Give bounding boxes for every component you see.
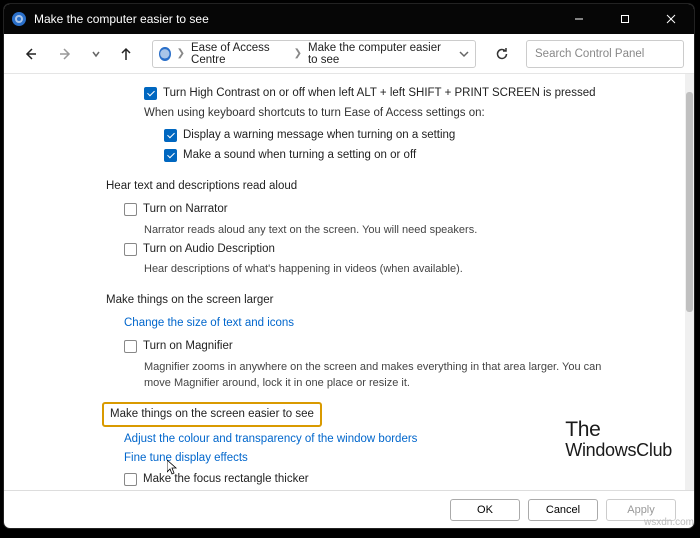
hint-text: Magnifier zooms in anywhere on the scree… [144, 359, 671, 392]
control-panel-icon [159, 47, 171, 61]
hint-text: Narrator reads aloud any text on the scr… [144, 222, 671, 239]
ok-button[interactable]: OK [450, 499, 520, 521]
hint-text: Hear descriptions of what's happening in… [144, 261, 671, 278]
section-heading: Hear text and descriptions read aloud [106, 178, 671, 195]
vertical-scrollbar[interactable] [685, 74, 694, 490]
checkbox-magnifier[interactable] [124, 340, 137, 353]
mouse-cursor-icon [167, 460, 179, 476]
sub-label: When using keyboard shortcuts to turn Ea… [144, 105, 671, 122]
refresh-button[interactable] [488, 40, 516, 68]
checkbox-label: Make a sound when turning a setting on o… [183, 147, 416, 164]
history-dropdown[interactable] [86, 50, 106, 58]
footer: OK Cancel Apply [4, 490, 694, 528]
scrollbar-thumb[interactable] [686, 92, 693, 312]
checkbox-label: Turn High Contrast on or off when left A… [163, 85, 596, 102]
watermark-domain: wsxdn.com [644, 517, 694, 528]
window-title: Make the computer easier to see [34, 12, 209, 26]
checkbox-audio-description[interactable] [124, 243, 137, 256]
chevron-down-icon[interactable] [459, 49, 469, 59]
checkbox-sound[interactable] [164, 149, 177, 162]
app-icon [12, 12, 26, 26]
close-button[interactable] [648, 4, 694, 34]
checkbox-label: Turn on Audio Description [143, 241, 275, 258]
cancel-button[interactable]: Cancel [528, 499, 598, 521]
up-button[interactable] [110, 40, 142, 68]
window: Make the computer easier to see ❯ Ease o… [4, 4, 694, 528]
chevron-right-icon: ❯ [294, 48, 302, 59]
checkbox-high-contrast[interactable] [144, 87, 157, 100]
chevron-right-icon: ❯ [177, 48, 185, 59]
maximize-button[interactable] [602, 4, 648, 34]
checkbox-label: Turn on Magnifier [143, 338, 233, 355]
address-bar[interactable]: ❯ Ease of Access Centre ❯ Make the compu… [152, 40, 476, 68]
minimize-button[interactable] [556, 4, 602, 34]
checkbox-focus-rectangle[interactable] [124, 473, 137, 486]
search-input[interactable]: Search Control Panel [526, 40, 684, 68]
back-button[interactable] [14, 40, 46, 68]
forward-button[interactable] [50, 40, 82, 68]
checkbox-label: Display a warning message when turning o… [183, 127, 455, 144]
checkbox-narrator[interactable] [124, 203, 137, 216]
watermark-logo: The WindowsClub [565, 419, 672, 460]
section-heading: Make things on the screen larger [106, 292, 671, 309]
checkbox-warning-message[interactable] [164, 129, 177, 142]
checkbox-label: Turn on Narrator [143, 201, 228, 218]
link-text-size[interactable]: Change the size of text and icons [124, 315, 671, 332]
toolbar: ❯ Ease of Access Centre ❯ Make the compu… [4, 34, 694, 74]
titlebar: Make the computer easier to see [4, 4, 694, 34]
breadcrumb-segment[interactable]: Ease of Access Centre [191, 42, 288, 66]
breadcrumb-segment[interactable]: Make the computer easier to see [308, 42, 447, 66]
section-heading-highlighted: Make things on the screen easier to see [102, 402, 322, 427]
